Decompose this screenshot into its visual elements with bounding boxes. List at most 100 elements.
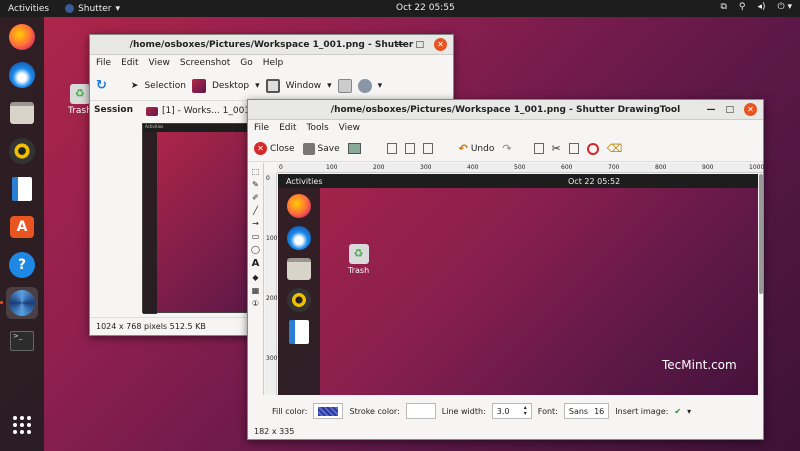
help-icon: ? <box>9 252 35 278</box>
system-tray[interactable]: ⧉ ⚲ ◂) ⏻ ▾ <box>720 2 792 12</box>
selection-size: 182 x 335 <box>254 427 295 436</box>
menu-screenshot[interactable]: Screenshot <box>180 58 230 68</box>
menu-edit[interactable]: Edit <box>279 123 296 133</box>
close-drawing-button[interactable]: ✕ Close <box>254 142 295 155</box>
dock-rhythmbox[interactable] <box>6 135 38 167</box>
terminal-icon: >_ <box>10 331 34 351</box>
show-applications-button[interactable] <box>6 409 38 441</box>
clear-icon[interactable] <box>422 143 433 154</box>
font-value: Sans <box>568 406 589 416</box>
minimize-button[interactable]: — <box>706 105 715 115</box>
copy-icon[interactable] <box>386 143 397 154</box>
dock-help[interactable]: ? <box>6 249 38 281</box>
desktop-dropdown-icon[interactable]: ▾ <box>255 81 260 91</box>
menu-go[interactable]: Go <box>240 58 252 68</box>
shutter-titlebar[interactable]: /home/osboxes/Pictures/Workspace 1_001.p… <box>90 35 453 55</box>
undo-button[interactable]: ↶ Undo <box>459 142 495 155</box>
preview-topbar: Activities <box>143 124 256 132</box>
network-icon[interactable]: ⚲ <box>739 2 746 12</box>
desktop-button[interactable]: Desktop <box>212 81 249 91</box>
font-button[interactable]: Sans 16 <box>563 403 610 419</box>
rectangle-tool-icon[interactable]: ▭ <box>252 232 260 241</box>
dock-files[interactable] <box>6 97 38 129</box>
running-indicator <box>0 301 3 304</box>
dock-terminal[interactable]: >_ <box>6 325 38 357</box>
image-info: 1024 x 768 pixels 512.5 KB <box>96 322 206 331</box>
censor-tool-icon[interactable]: ◆ <box>252 273 258 282</box>
drawingtool-titlebar[interactable]: /home/osboxes/Pictures/Workspace 1_001.p… <box>248 100 763 120</box>
redo-screenshot-button[interactable]: ↻ <box>96 78 107 93</box>
screenshot-preview[interactable]: Activities <box>142 123 257 314</box>
tooltip-capture-icon[interactable] <box>357 78 372 93</box>
tool-palette: ⬚ ✎ ✐ ╱ → ▭ ◯ A ◆ ▦ ① <box>248 163 264 395</box>
line-width-value: 3.0 <box>496 406 510 416</box>
redo-arrow-icon[interactable]: ↷ <box>502 142 511 155</box>
delete-icon[interactable] <box>586 142 599 155</box>
duplicate-icon[interactable] <box>533 143 544 154</box>
select-tool-icon[interactable]: ⬚ <box>252 167 260 176</box>
menu-file[interactable]: File <box>254 123 269 133</box>
copy-selection-icon[interactable] <box>568 143 579 154</box>
arrow-tool-icon[interactable]: → <box>252 219 259 228</box>
broom-icon[interactable]: ⌫ <box>607 142 623 155</box>
vertical-ruler: 0 100 200 300 <box>265 173 277 395</box>
ruler-tick: 100 <box>266 235 278 242</box>
volume-icon[interactable]: ◂) <box>757 2 765 12</box>
highlighter-tool-icon[interactable]: ✐ <box>252 193 259 202</box>
dock-firefox[interactable] <box>6 21 38 53</box>
window-button[interactable]: Window <box>286 81 322 91</box>
writer-icon <box>289 320 309 344</box>
ruler-tick: 300 <box>266 355 278 362</box>
dock-software[interactable]: A <box>6 211 38 243</box>
paste-icon[interactable] <box>404 143 415 154</box>
vertical-scrollbar[interactable] <box>759 174 763 294</box>
stepper-icon[interactable]: ▴ ▾ <box>524 405 527 417</box>
menu-file[interactable]: File <box>96 58 111 68</box>
menu-edit[interactable]: Edit <box>121 58 138 68</box>
chevron-down-icon: ▾ <box>115 3 121 14</box>
maximize-button[interactable]: □ <box>725 105 734 115</box>
firefox-icon <box>9 24 35 50</box>
export-icon[interactable] <box>347 143 361 154</box>
fill-color-button[interactable] <box>313 403 344 419</box>
selection-button[interactable]: Selection <box>144 81 185 91</box>
ruler-tick: 300 <box>420 164 432 171</box>
dock-thunderbird[interactable] <box>6 59 38 91</box>
minimize-button[interactable]: — <box>396 40 405 50</box>
close-button[interactable]: ✕ <box>434 38 447 51</box>
window-dropdown-icon[interactable]: ▾ <box>327 81 332 91</box>
more-dropdown-icon[interactable]: ▾ <box>378 81 383 91</box>
line-width-label: Line width: <box>441 406 486 416</box>
insert-image-button[interactable]: ✔ ▾ <box>674 407 691 416</box>
firefox-icon <box>287 194 311 218</box>
text-tool-icon[interactable]: A <box>252 258 260 269</box>
folder-icon <box>10 102 34 124</box>
horizontal-ruler: 0 100 200 300 400 500 600 700 800 900 1000 <box>277 163 764 173</box>
number-tool-icon[interactable]: ① <box>252 299 259 308</box>
cut-icon[interactable]: ✂ <box>552 142 561 155</box>
pencil-tool-icon[interactable]: ✎ <box>252 180 259 189</box>
ellipse-tool-icon[interactable]: ◯ <box>251 245 260 254</box>
app-menu[interactable]: Shutter ▾ <box>57 4 128 14</box>
window-icon[interactable]: ⧉ <box>720 2 726 12</box>
maximize-button[interactable]: □ <box>415 40 424 50</box>
session-tab[interactable]: Session <box>94 105 133 115</box>
clock[interactable]: Oct 22 05:55 <box>396 3 455 13</box>
menu-capture-icon[interactable] <box>337 78 352 93</box>
menu-help[interactable]: Help <box>263 58 284 68</box>
save-button[interactable]: Save <box>302 142 340 155</box>
activities-button[interactable]: Activities <box>0 4 57 14</box>
dock-writer[interactable] <box>6 173 38 205</box>
dock-shutter[interactable] <box>0 287 38 319</box>
power-icon[interactable]: ⏻ ▾ <box>778 2 793 12</box>
menu-view[interactable]: View <box>339 123 360 133</box>
line-width-input[interactable]: 3.0 ▴ ▾ <box>491 403 532 419</box>
pixelize-tool-icon[interactable]: ▦ <box>252 286 260 295</box>
close-button[interactable]: ✕ <box>744 103 757 116</box>
line-tool-icon[interactable]: ╱ <box>253 206 258 215</box>
menu-view[interactable]: View <box>149 58 170 68</box>
stroke-color-button[interactable] <box>405 403 436 419</box>
screenshot-canvas[interactable]: Activities Oct 22 05:52 ♻ Trash TecMint.… <box>278 174 758 395</box>
menu-tools[interactable]: Tools <box>307 123 329 133</box>
ruler-tick: 500 <box>514 164 526 171</box>
